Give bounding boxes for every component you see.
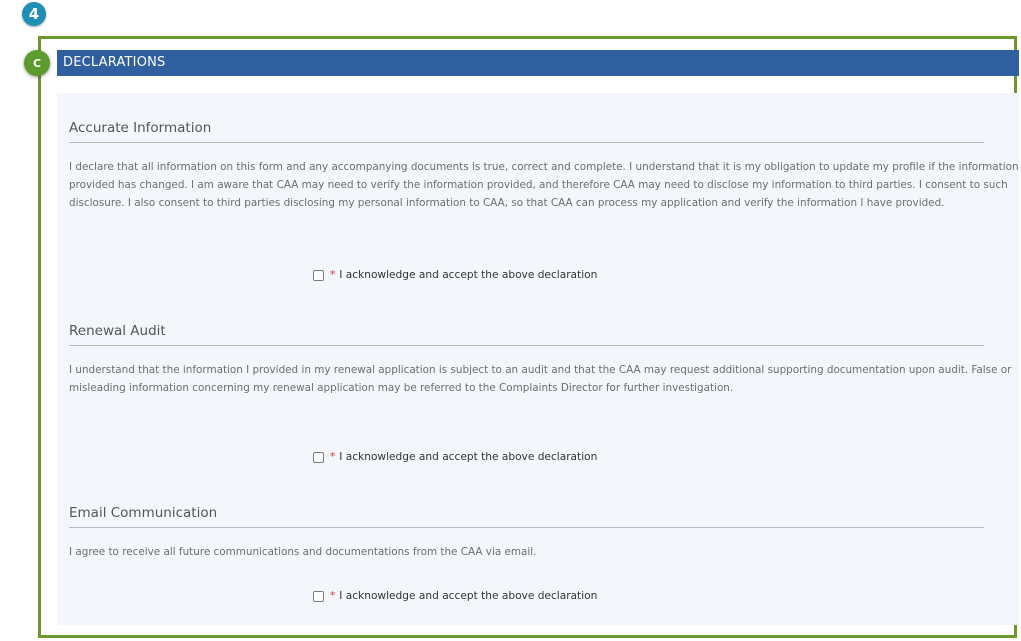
email-communication-block: Email Communication I agree to receive a…	[69, 505, 997, 561]
acknowledge-label[interactable]: I acknowledge and accept the above decla…	[339, 269, 597, 281]
email-communication-acknowledge[interactable]: * I acknowledge and accept the above dec…	[313, 590, 597, 602]
declarations-panel: Accurate Information I declare that all …	[57, 93, 1019, 625]
block-title: Renewal Audit	[69, 323, 984, 346]
accurate-information-block: Accurate Information I declare that all …	[69, 120, 1019, 212]
section-letter-badge: C	[24, 50, 50, 76]
acknowledge-checkbox[interactable]	[313, 269, 324, 281]
required-asterisk: *	[330, 451, 336, 463]
acknowledge-label[interactable]: I acknowledge and accept the above decla…	[339, 590, 597, 602]
block-title: Accurate Information	[69, 120, 984, 143]
renewal-audit-block: Renewal Audit I understand that the info…	[69, 323, 1011, 397]
renewal-audit-acknowledge[interactable]: * I acknowledge and accept the above dec…	[313, 451, 597, 463]
block-title: Email Communication	[69, 505, 984, 528]
required-asterisk: *	[330, 269, 336, 281]
declaration-text: I agree to receive all future communicat…	[69, 546, 537, 558]
section-title: DECLARATIONS	[57, 50, 1019, 76]
accurate-information-acknowledge[interactable]: * I acknowledge and accept the above dec…	[313, 269, 597, 281]
acknowledge-label[interactable]: I acknowledge and accept the above decla…	[339, 451, 597, 463]
acknowledge-checkbox[interactable]	[313, 451, 324, 463]
acknowledge-checkbox[interactable]	[313, 590, 324, 602]
step-number-badge: 4	[22, 2, 46, 26]
declaration-text: I understand that the information I prov…	[69, 364, 1012, 394]
required-asterisk: *	[330, 590, 336, 602]
declaration-text: I declare that all information on this f…	[69, 161, 1019, 209]
